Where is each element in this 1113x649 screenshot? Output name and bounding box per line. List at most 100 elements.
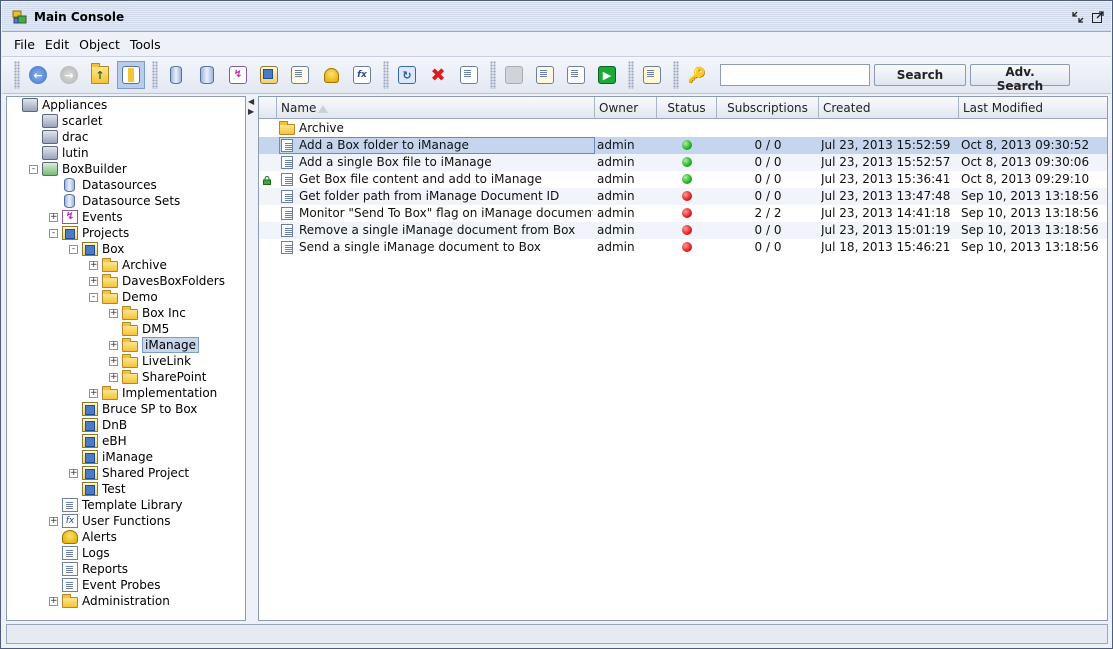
tree-item[interactable]: - Demo — [89, 289, 158, 305]
search-input[interactable] — [720, 64, 870, 86]
toolbar-grip[interactable] — [628, 61, 634, 89]
expand-icon[interactable]: + — [89, 260, 98, 270]
properties-button[interactable] — [638, 61, 666, 89]
tree-item[interactable]: Test — [69, 481, 126, 497]
column-header-icon[interactable] — [259, 97, 277, 119]
tree-item[interactable]: Alerts — [49, 529, 117, 545]
expand-icon[interactable]: + — [69, 468, 78, 478]
menu-object[interactable]: Object — [79, 37, 120, 52]
split-divider[interactable]: ◀ ▶ — [247, 96, 257, 621]
play-button[interactable]: ▶ — [593, 61, 621, 89]
new-project-button[interactable] — [255, 61, 283, 89]
column-header-status[interactable]: Status — [657, 97, 717, 119]
table-row[interactable]: Send a single iManage document to Box adm… — [259, 239, 1107, 256]
tree-item[interactable]: DM5 — [109, 321, 169, 337]
forward-button[interactable]: → — [55, 61, 83, 89]
tree-item[interactable]: + Shared Project — [69, 465, 189, 481]
tree-item[interactable]: + ↯ Events — [49, 209, 123, 225]
restore-icon[interactable] — [1071, 10, 1085, 24]
table-row[interactable]: Remove a single iManage document from Bo… — [259, 222, 1107, 239]
tree-item[interactable]: Reports — [49, 561, 128, 577]
adv-search-button[interactable]: Adv. Search — [970, 64, 1070, 93]
expand-icon[interactable]: + — [109, 340, 118, 350]
collapse-icon[interactable]: - — [69, 244, 78, 254]
toolbar-grip[interactable] — [14, 61, 20, 89]
toolbar-grip[interactable] — [383, 61, 389, 89]
expand-icon[interactable]: + — [109, 308, 118, 318]
tree-item[interactable]: scarlet — [29, 113, 103, 129]
tree-item[interactable]: + fx User Functions — [49, 513, 170, 529]
new-alert-button[interactable] — [317, 61, 345, 89]
search-button[interactable]: Search — [874, 64, 966, 86]
tree-item[interactable]: Bruce SP to Box — [69, 401, 197, 417]
new-datasource-button[interactable] — [162, 61, 190, 89]
maximize-icon[interactable] — [1091, 10, 1105, 24]
toolbar-grip[interactable] — [152, 61, 158, 89]
collapse-left-icon[interactable]: ◀ — [248, 98, 254, 106]
column-header-name[interactable]: Name — [277, 97, 595, 119]
collapse-right-icon[interactable]: ▶ — [248, 108, 254, 116]
tree-item[interactable]: eBH — [69, 433, 127, 449]
subscribe-button[interactable] — [531, 61, 559, 89]
column-header-created[interactable]: Created — [819, 97, 959, 119]
collapse-icon[interactable]: - — [89, 292, 98, 302]
menu-file[interactable]: File — [14, 37, 35, 52]
panel-toggle-button[interactable] — [117, 61, 145, 89]
tree-item[interactable]: Datasources — [49, 177, 157, 193]
tree-item[interactable]: Template Library — [49, 497, 183, 513]
tree-item[interactable]: Appliances — [9, 97, 107, 113]
tree-item[interactable]: Logs — [49, 545, 110, 561]
expand-icon[interactable]: + — [89, 276, 98, 286]
table-row[interactable]: Add a Box folder to iManage admin 0 / 0 Jul… — [259, 137, 1107, 154]
tree-item[interactable]: + DavesBoxFolders — [89, 273, 225, 289]
new-event-button[interactable]: ↯ — [224, 61, 252, 89]
column-header-owner[interactable]: Owner — [595, 97, 657, 119]
column-header-subscriptions[interactable]: Subscriptions — [717, 97, 819, 119]
expand-icon[interactable]: + — [89, 388, 98, 398]
search-key-button[interactable]: 🔑 — [683, 61, 711, 89]
expand-icon[interactable]: + — [49, 596, 58, 606]
tree-item[interactable]: drac — [29, 129, 89, 145]
navigation-tree[interactable]: Appliances scarlet drac lutin - BoxBuilder Dat… — [6, 96, 246, 621]
run-button[interactable] — [500, 61, 528, 89]
edit-button[interactable] — [455, 61, 483, 89]
tree-item[interactable]: - Box — [69, 241, 124, 257]
title-bar[interactable]: Main Console — [2, 2, 1111, 32]
tree-item[interactable]: lutin — [29, 145, 89, 161]
table-row[interactable]: Get Box file content and add to iManage a… — [259, 171, 1107, 188]
expand-icon[interactable]: + — [49, 516, 58, 526]
toolbar-grip[interactable] — [490, 61, 496, 89]
refresh-button[interactable]: ↻ — [393, 61, 421, 89]
menu-edit[interactable]: Edit — [45, 37, 69, 52]
tree-item[interactable]: + Administration — [49, 593, 170, 609]
new-template-button[interactable] — [286, 61, 314, 89]
delete-button[interactable]: ✖ — [424, 61, 452, 89]
tree-item[interactable]: + Box Inc — [109, 305, 186, 321]
new-datasource-set-button[interactable] — [193, 61, 221, 89]
toolbar-grip[interactable] — [673, 61, 679, 89]
tree-item[interactable]: + iManage — [109, 337, 199, 353]
table-row[interactable]: Get folder path from iManage Document ID… — [259, 188, 1107, 205]
new-function-button[interactable]: fx — [348, 61, 376, 89]
menu-tools[interactable]: Tools — [130, 37, 161, 52]
table-row-folder[interactable]: Archive — [259, 120, 1107, 137]
table-row[interactable]: Monitor "Send To Box" flag on iManage do… — [259, 205, 1107, 222]
tree-item[interactable]: + LiveLink — [109, 353, 191, 369]
tree-item[interactable]: Datasource Sets — [49, 193, 180, 209]
up-folder-button[interactable]: ↑ — [86, 61, 114, 89]
tree-item[interactable]: - Projects — [49, 225, 129, 241]
column-header-last-modified[interactable]: Last Modified — [959, 97, 1107, 119]
tree-item[interactable]: - BoxBuilder — [29, 161, 127, 177]
tree-item[interactable]: Event Probes — [49, 577, 160, 593]
tree-item[interactable]: + SharePoint — [109, 369, 206, 385]
table-row[interactable]: Add a single Box file to iManage admin 0 /… — [259, 154, 1107, 171]
tree-item[interactable]: iManage — [69, 449, 153, 465]
stop-button[interactable] — [562, 61, 590, 89]
collapse-icon[interactable]: - — [49, 228, 58, 238]
expand-icon[interactable]: + — [109, 372, 118, 382]
tree-item[interactable]: + Implementation — [89, 385, 217, 401]
expand-icon[interactable]: + — [109, 356, 118, 366]
tree-item[interactable]: + Archive — [89, 257, 167, 273]
expand-icon[interactable]: + — [49, 212, 58, 222]
collapse-icon[interactable]: - — [29, 164, 38, 174]
